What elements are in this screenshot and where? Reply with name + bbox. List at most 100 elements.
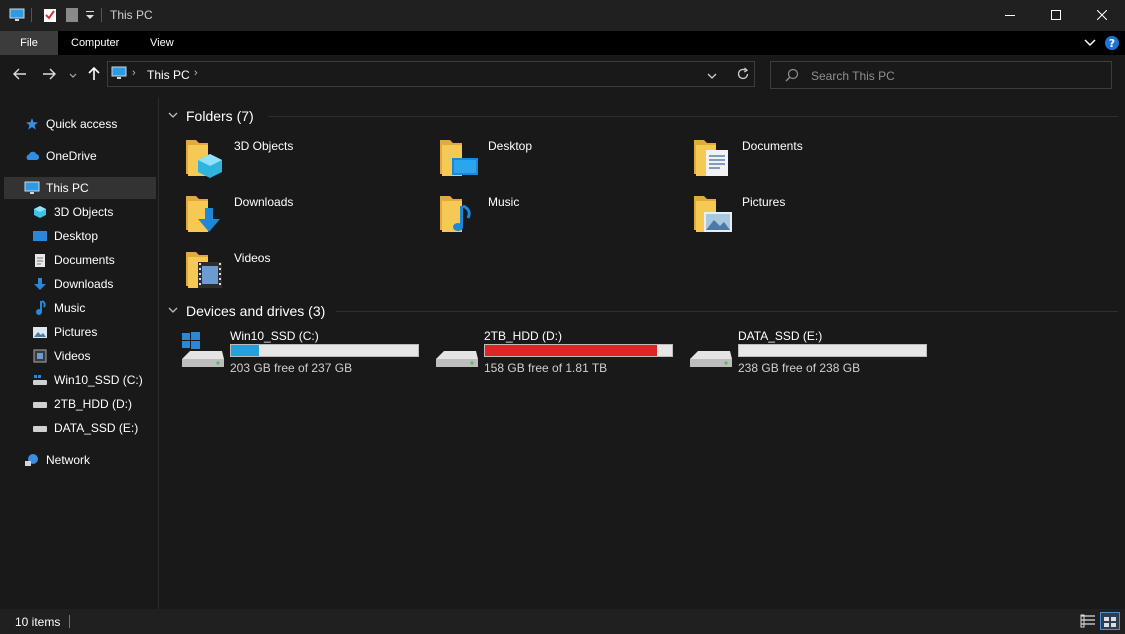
address-history-icon[interactable] <box>707 69 717 83</box>
sidebar-item-win10-ssd[interactable]: Win10_SSD (C:) <box>32 369 154 391</box>
details-view-icon[interactable] <box>1080 614 1096 631</box>
folder-3d-objects[interactable]: 3D Objects <box>184 136 424 188</box>
sidebar-item-downloads[interactable]: Downloads <box>32 273 154 295</box>
sidebar-item-videos[interactable]: Videos <box>32 345 154 367</box>
drive-free-space: 158 GB free of 1.81 TB <box>484 361 608 375</box>
tab-file[interactable]: File <box>0 31 58 55</box>
folder-label: 3D Objects <box>234 139 294 153</box>
sidebar-item-3d-objects[interactable]: 3D Objects <box>32 201 154 223</box>
sidebar-item-label: This PC <box>46 181 89 195</box>
sidebar-item-label: Music <box>54 301 86 315</box>
folder-downloads[interactable]: Downloads <box>184 192 424 244</box>
minimize-icon <box>1005 9 1015 23</box>
search-box[interactable]: Search This PC <box>770 61 1112 89</box>
recent-locations-button[interactable] <box>66 63 80 87</box>
minimize-button[interactable] <box>987 0 1033 31</box>
help-icon[interactable]: ? <box>1104 35 1120 54</box>
sidebar-item-label: Pictures <box>54 325 98 339</box>
folder-label: Pictures <box>742 195 786 209</box>
forward-button[interactable] <box>39 63 59 87</box>
sidebar-item-label: OneDrive <box>46 149 97 163</box>
drive-name: DATA_SSD (E:) <box>738 329 823 343</box>
drive-free-space: 203 GB free of 237 GB <box>230 361 353 375</box>
drive-icon <box>32 396 48 412</box>
maximize-button[interactable] <box>1033 0 1079 31</box>
divider <box>268 116 1118 117</box>
chevron-down-icon <box>168 111 180 122</box>
sidebar-item-label: 2TB_HDD (D:) <box>54 397 133 411</box>
tab-computer[interactable]: Computer <box>61 31 129 55</box>
folder-label: Videos <box>234 251 271 265</box>
drive-usage-fill <box>231 345 260 356</box>
sidebar-item-label: Downloads <box>54 277 114 291</box>
drive-d[interactable]: 2TB_HDD (D:) 158 GB free of 1.81 TB <box>434 329 684 377</box>
close-button[interactable] <box>1079 0 1125 31</box>
group-title: Devices and drives (3) <box>186 303 326 319</box>
folder-desktop[interactable]: Desktop <box>438 136 678 188</box>
folder-documents[interactable]: Documents <box>692 136 932 188</box>
pictures-folder-icon <box>692 192 740 240</box>
separator <box>30 6 34 24</box>
sidebar-item-music[interactable]: Music <box>32 297 154 319</box>
sidebar-item-label: DATA_SSD (E:) <box>54 421 139 435</box>
new-folder-icon[interactable] <box>64 6 80 24</box>
expand-ribbon-icon[interactable] <box>1084 37 1096 51</box>
folder-pictures[interactable]: Pictures <box>692 192 932 244</box>
folder-label: Documents <box>742 139 803 153</box>
search-icon <box>785 68 799 85</box>
sidebar-item-onedrive[interactable]: OneDrive <box>24 145 154 167</box>
drive-e[interactable]: DATA_SSD (E:) 238 GB free of 238 GB <box>688 329 938 377</box>
downloads-folder-icon <box>184 192 232 240</box>
sidebar-item-2tb-hdd[interactable]: 2TB_HDD (D:) <box>32 393 154 415</box>
item-count: 10 items <box>15 615 61 629</box>
title-bar: This PC <box>0 0 1125 31</box>
sidebar-item-this-pc[interactable]: This PC <box>4 177 156 199</box>
arrow-left-icon <box>13 68 27 83</box>
sidebar-item-desktop[interactable]: Desktop <box>32 225 154 247</box>
up-button[interactable] <box>85 63 103 87</box>
properties-icon[interactable] <box>42 6 58 24</box>
computer-app-icon[interactable] <box>8 6 26 24</box>
sidebar-item-pictures[interactable]: Pictures <box>32 321 154 343</box>
search-input[interactable]: Search This PC <box>811 69 895 83</box>
folders-group-header[interactable]: Folders (7) <box>168 106 1118 126</box>
arrow-right-icon <box>42 68 56 83</box>
cube-folder-icon <box>184 136 232 184</box>
group-title: Folders (7) <box>186 108 254 124</box>
drive-usage-bar <box>484 344 673 357</box>
sidebar-item-network[interactable]: Network <box>24 449 154 471</box>
drive-icon <box>688 329 736 377</box>
folder-music[interactable]: Music <box>438 192 678 244</box>
sidebar-item-label: Documents <box>54 253 115 267</box>
back-button[interactable] <box>10 63 30 87</box>
address-bar[interactable]: › This PC › <box>107 61 755 87</box>
sidebar-item-documents[interactable]: Documents <box>32 249 154 271</box>
sidebar-item-label: Quick access <box>46 117 118 131</box>
folder-videos[interactable]: Videos <box>184 248 424 300</box>
customize-toolbar-icon[interactable] <box>84 6 96 24</box>
picture-icon <box>32 324 48 340</box>
music-folder-icon <box>438 192 486 240</box>
drive-c[interactable]: Win10_SSD (C:) 203 GB free of 237 GB <box>180 329 430 377</box>
content-pane: Folders (7) 3D Objects Desktop Documents… <box>160 97 1125 609</box>
divider <box>336 311 1118 312</box>
navigation-bar: › This PC › Search This PC <box>0 55 1125 97</box>
folder-label: Downloads <box>234 195 294 209</box>
folder-label: Desktop <box>488 139 533 153</box>
breadcrumb-this-pc[interactable]: This PC <box>147 68 190 82</box>
drive-icon <box>32 420 48 436</box>
sidebar-item-data-ssd[interactable]: DATA_SSD (E:) <box>32 417 154 439</box>
drive-name: 2TB_HDD (D:) <box>484 329 563 343</box>
tab-view[interactable]: View <box>140 31 184 55</box>
close-icon <box>1096 9 1108 23</box>
breadcrumb-separator-icon: › <box>132 67 136 79</box>
refresh-icon[interactable] <box>736 67 750 84</box>
arrow-up-icon <box>88 66 100 84</box>
videos-folder-icon <box>184 248 232 296</box>
large-icons-view-button[interactable] <box>1100 612 1120 630</box>
sidebar-item-quick-access[interactable]: Quick access <box>24 113 154 135</box>
devices-group-header[interactable]: Devices and drives (3) <box>168 301 1118 321</box>
drive-name: Win10_SSD (C:) <box>230 329 319 343</box>
breadcrumb-chevron-icon[interactable]: › <box>194 67 198 79</box>
desktop-icon <box>32 228 48 244</box>
